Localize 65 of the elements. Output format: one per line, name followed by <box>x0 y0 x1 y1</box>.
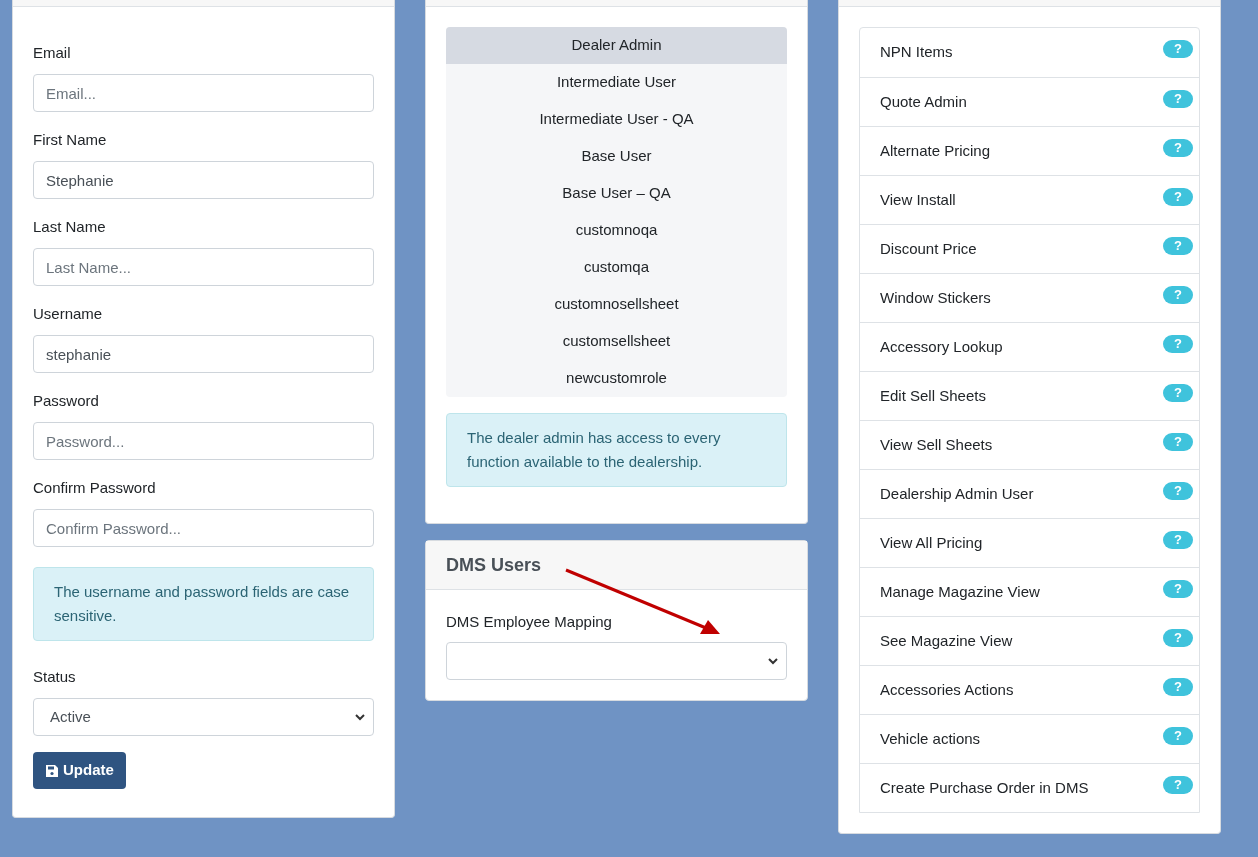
help-badge[interactable]: ? <box>1163 90 1193 108</box>
help-badge[interactable]: ? <box>1163 727 1193 745</box>
help-badge[interactable]: ? <box>1163 335 1193 353</box>
field-label: Password <box>33 391 100 411</box>
help-badge[interactable]: ? <box>1163 433 1193 451</box>
role-item[interactable]: Base User – QA <box>446 175 787 212</box>
help-badge[interactable]: ? <box>1163 384 1193 402</box>
field-label: Confirm Password <box>33 478 157 498</box>
help-badge[interactable]: ? <box>1163 776 1193 794</box>
role-item[interactable]: Intermediate User - QA <box>446 101 787 138</box>
role-item[interactable]: Intermediate User <box>446 64 787 101</box>
input-field[interactable]: Password... <box>33 422 374 460</box>
input-field[interactable]: Last Name... <box>33 248 374 286</box>
permission-label: Alternate Pricing <box>880 141 991 161</box>
input-field[interactable]: Stephanie <box>33 161 374 199</box>
field-label: Status <box>33 667 77 687</box>
update-button[interactable]: Update <box>33 752 126 789</box>
field-label: Email <box>33 43 72 63</box>
permission-label: Discount Price <box>880 239 977 259</box>
card-title: DMS Users <box>446 553 542 577</box>
role-item[interactable]: Base User <box>446 138 787 175</box>
help-badge[interactable]: ? <box>1163 40 1193 58</box>
field-label: First Name <box>33 130 108 150</box>
role-item[interactable]: customnosellsheet <box>446 286 787 323</box>
permission-label: Edit Sell Sheets <box>880 386 986 406</box>
role-item[interactable]: customsellsheet <box>446 323 787 360</box>
info-alert: The username and password fields are case sensitive. <box>33 567 374 641</box>
help-badge[interactable]: ? <box>1163 237 1193 255</box>
help-badge[interactable]: ? <box>1163 580 1193 598</box>
help-badge[interactable]: ? <box>1163 286 1193 304</box>
help-badge[interactable]: ? <box>1163 678 1193 696</box>
input-field[interactable]: Email... <box>33 74 374 112</box>
info-alert: The dealer admin has access to every function available to the dealership. <box>446 413 787 487</box>
select-field[interactable]: Active <box>33 698 374 736</box>
field-label: DMS Employee Mapping <box>446 612 613 632</box>
save-icon <box>45 763 59 778</box>
role-item[interactable]: customnoqa <box>446 212 787 249</box>
permission-label: Accessories Actions <box>880 680 1014 700</box>
permission-label: Create Purchase Order in DMS <box>880 778 1089 798</box>
help-badge[interactable]: ? <box>1163 139 1193 157</box>
help-badge[interactable]: ? <box>1163 629 1193 647</box>
input-field[interactable]: Confirm Password... <box>33 509 374 547</box>
permission-label: Vehicle actions <box>880 729 981 749</box>
field-label: Username <box>33 304 104 324</box>
permission-label: View All Pricing <box>880 533 983 553</box>
help-badge[interactable]: ? <box>1163 482 1193 500</box>
input-field[interactable]: stephanie <box>33 335 374 373</box>
permission-label: NPN Items <box>880 42 953 62</box>
help-badge[interactable]: ? <box>1163 531 1193 549</box>
role-item[interactable]: newcustomrole <box>446 360 787 397</box>
role-item[interactable]: customqa <box>446 249 787 286</box>
role-item[interactable]: Dealer Admin <box>446 27 787 64</box>
permission-label: Accessory Lookup <box>880 337 1003 357</box>
select-field[interactable] <box>446 642 787 680</box>
permission-label: Manage Magazine View <box>880 582 1040 602</box>
permission-label: View Sell Sheets <box>880 435 993 455</box>
chevron-down-icon <box>768 657 778 665</box>
help-badge[interactable]: ? <box>1163 188 1193 206</box>
permission-label: View Install <box>880 190 956 210</box>
permission-label: See Magazine View <box>880 631 1013 651</box>
permission-label: Window Stickers <box>880 288 991 308</box>
chevron-down-icon <box>355 713 365 721</box>
permission-label: Dealership Admin User <box>880 484 1034 504</box>
field-label: Last Name <box>33 217 107 237</box>
permission-label: Quote Admin <box>880 92 967 112</box>
